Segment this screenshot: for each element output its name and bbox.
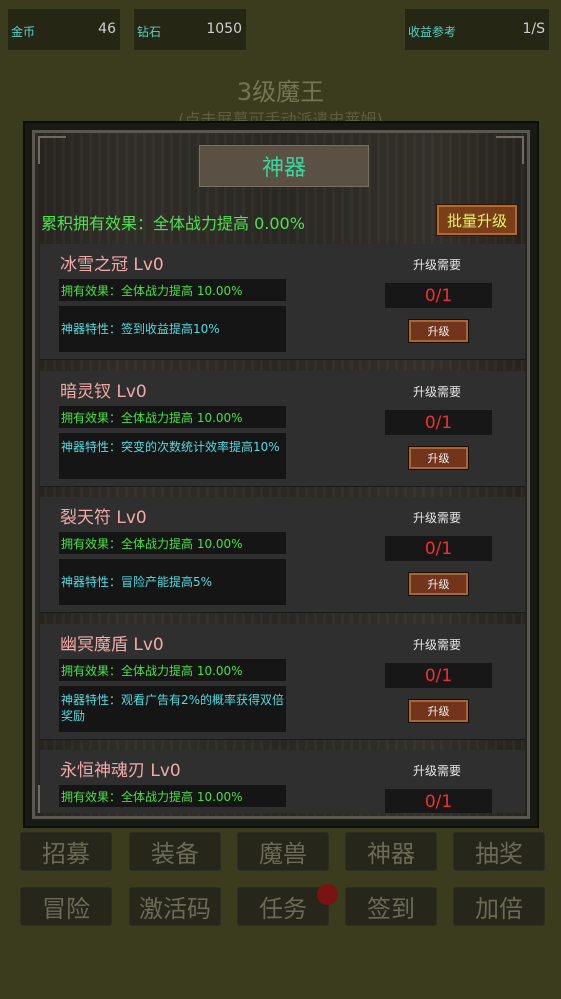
- artifact-card: 幽冥魔盾 Lv0 拥有效果：全体战力提高 10.00% 神器特性：观看广告有2%…: [40, 624, 525, 740]
- nav-recruit-button[interactable]: 招募: [20, 832, 112, 871]
- gold-counter: 金币 46: [8, 9, 120, 50]
- artifact-panel: 神器 累积拥有效果：全体战力提高 0.00% 批量升级 冰雪之冠 Lv0 拥有效…: [32, 130, 530, 819]
- artifact-name: 冰雪之冠 Lv0: [60, 255, 164, 275]
- income-value: 1/S: [522, 21, 545, 37]
- corner-ornament: [38, 136, 66, 164]
- nav-lottery-button[interactable]: 抽奖: [453, 832, 545, 871]
- upgrade-need-label: 升级需要: [413, 385, 462, 399]
- total-effect-summary: 累积拥有效果：全体战力提高 0.00%: [41, 214, 305, 233]
- artifact-trait: 神器特性：突变的次数统计效率提高10%: [59, 433, 286, 479]
- upgrade-need-value: 0/1: [385, 410, 492, 435]
- artifact-modal: 神器 累积拥有效果：全体战力提高 0.00% 批量升级 冰雪之冠 Lv0 拥有效…: [23, 121, 539, 828]
- artifact-effect: 拥有效果：全体战力提高 10.00%: [59, 279, 286, 301]
- upgrade-button[interactable]: 升级: [408, 446, 469, 470]
- gold-label: 金币: [11, 25, 36, 39]
- artifact-list[interactable]: 冰雪之冠 Lv0 拥有效果：全体战力提高 10.00% 神器特性：签到收益提高1…: [40, 244, 525, 813]
- corner-ornament: [496, 136, 524, 164]
- nav-activation-code-button[interactable]: 激活码: [129, 887, 221, 926]
- upgrade-button[interactable]: 升级: [408, 319, 469, 343]
- upgrade-need-value: 0/1: [385, 536, 492, 561]
- nav-artifact-button[interactable]: 神器: [345, 832, 437, 871]
- artifact-effect: 拥有效果：全体战力提高 10.00%: [59, 659, 286, 681]
- batch-upgrade-button[interactable]: 批量升级: [436, 204, 518, 236]
- nav-double-button[interactable]: 加倍: [453, 887, 545, 926]
- nav-equipment-button[interactable]: 装备: [129, 832, 221, 871]
- diamond-value: 1050: [206, 21, 242, 37]
- upgrade-button[interactable]: 升级: [408, 572, 469, 596]
- modal-title: 神器: [199, 145, 369, 187]
- artifact-effect: 拥有效果：全体战力提高 10.00%: [59, 532, 286, 554]
- notification-dot-icon: [317, 884, 338, 905]
- stage-title: 3级魔王: [236, 78, 325, 106]
- artifact-card: 永恒神魂刃 Lv0 拥有效果：全体战力提高 10.00% 升级需要 0/1: [40, 750, 525, 813]
- upgrade-button[interactable]: 升级: [408, 699, 469, 723]
- nav-checkin-button[interactable]: 签到: [345, 887, 437, 926]
- upgrade-need-label: 升级需要: [413, 258, 462, 272]
- artifact-effect: 拥有效果：全体战力提高 10.00%: [59, 785, 286, 807]
- upgrade-need-value: 0/1: [385, 789, 492, 813]
- artifact-trait: 神器特性：签到收益提高10%: [59, 306, 286, 352]
- artifact-trait: 神器特性：冒险产能提高5%: [59, 559, 286, 605]
- upgrade-need-value: 0/1: [385, 663, 492, 688]
- artifact-name: 幽冥魔盾 Lv0: [60, 635, 164, 655]
- diamond-counter: 钻石 1050: [134, 9, 246, 50]
- nav-adventure-button[interactable]: 冒险: [20, 887, 112, 926]
- nav-tasks-button[interactable]: 任务: [237, 887, 329, 926]
- artifact-name: 裂天符 Lv0: [60, 508, 147, 528]
- upgrade-need-label: 升级需要: [413, 764, 462, 778]
- nav-monster-button[interactable]: 魔兽: [237, 832, 329, 871]
- artifact-card: 冰雪之冠 Lv0 拥有效果：全体战力提高 10.00% 神器特性：签到收益提高1…: [40, 244, 525, 360]
- income-counter: 收益参考 1/S: [405, 9, 549, 50]
- income-label: 收益参考: [408, 25, 457, 39]
- upgrade-need-label: 升级需要: [413, 511, 462, 525]
- gold-value: 46: [98, 21, 116, 37]
- upgrade-need-value: 0/1: [385, 283, 492, 308]
- artifact-card: 裂天符 Lv0 拥有效果：全体战力提高 10.00% 神器特性：冒险产能提高5%…: [40, 497, 525, 613]
- diamond-label: 钻石: [137, 25, 162, 39]
- artifact-name: 永恒神魂刃 Lv0: [60, 761, 181, 781]
- artifact-effect: 拥有效果：全体战力提高 10.00%: [59, 406, 286, 428]
- artifact-trait: 神器特性：观看广告有2%的概率获得双倍奖励: [59, 686, 286, 732]
- artifact-name: 暗灵钗 Lv0: [60, 382, 147, 402]
- upgrade-need-label: 升级需要: [413, 638, 462, 652]
- artifact-card: 暗灵钗 Lv0 拥有效果：全体战力提高 10.00% 神器特性：突变的次数统计效…: [40, 371, 525, 487]
